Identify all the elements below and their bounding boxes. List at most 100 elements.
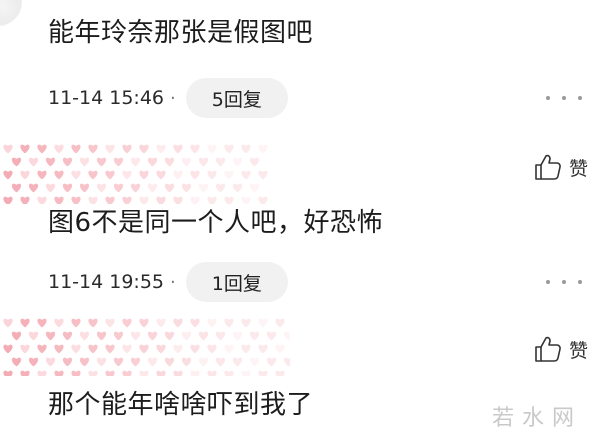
heart-sticker xyxy=(130,157,141,167)
heart-sticker xyxy=(249,183,260,193)
heart-sticker xyxy=(147,357,158,367)
heart-sticker xyxy=(207,170,217,180)
heart-sticker xyxy=(156,318,166,328)
dot xyxy=(562,280,566,284)
heart-sticker xyxy=(71,344,81,354)
comment-1-meta: 11-14 15:46 · 5回复 xyxy=(48,78,288,118)
heart-sticker xyxy=(283,331,290,341)
comment-2-reply-button[interactable]: 1回复 xyxy=(185,262,288,302)
heart-sticker xyxy=(105,196,115,204)
heart-sticker xyxy=(122,196,132,204)
heart-sticker xyxy=(54,344,64,354)
comment-3-text: 那个能年啥啥吓到我了 xyxy=(48,390,314,420)
heart-sticker xyxy=(241,170,251,180)
heart-sticker xyxy=(122,318,132,328)
heart-sticker xyxy=(96,331,107,341)
heart-sticker xyxy=(241,370,251,376)
heart-sticker xyxy=(88,344,98,354)
heart-sticker xyxy=(20,344,30,354)
heart-sticker xyxy=(147,183,158,193)
heart-sticker xyxy=(11,183,22,193)
heart-sticker xyxy=(156,370,166,376)
heart-sticker xyxy=(190,144,200,154)
heart-sticker xyxy=(28,183,39,193)
heart-sticker xyxy=(266,357,277,367)
heart-sticker xyxy=(207,344,217,354)
heart-sticker xyxy=(173,144,183,154)
heart-sticker xyxy=(266,331,277,341)
thumbs-up-icon xyxy=(535,154,561,180)
comment-2-meta: 11-14 19:55 · 1回复 xyxy=(48,262,288,302)
heart-sticker xyxy=(45,183,56,193)
heart-sticker xyxy=(156,170,166,180)
heart-sticker xyxy=(147,157,158,167)
thumbs-up-icon xyxy=(535,336,561,362)
heart-sticker xyxy=(164,357,175,367)
heart-sticker xyxy=(258,144,268,154)
heart-sticker xyxy=(258,318,268,328)
more-options-icon[interactable] xyxy=(546,276,582,288)
heart-sticker xyxy=(241,318,251,328)
heart-sticker xyxy=(79,331,90,341)
heart-sticker xyxy=(54,144,64,154)
heart-sticker xyxy=(249,357,260,367)
heart-sticker xyxy=(28,357,39,367)
heart-sticker xyxy=(139,196,149,204)
heart-sticker xyxy=(275,370,285,376)
heart-sticker xyxy=(224,370,234,376)
dot xyxy=(578,280,582,284)
heart-sticker xyxy=(54,170,64,180)
heart-sticker xyxy=(198,331,209,341)
comment-3-like-button[interactable]: 赞 xyxy=(533,332,588,366)
heart-sticker xyxy=(156,196,166,204)
heart-sticker xyxy=(258,170,268,180)
heart-sticker xyxy=(249,331,260,341)
dot xyxy=(546,280,550,284)
heart-sticker xyxy=(71,196,81,204)
avatar[interactable] xyxy=(0,0,22,26)
heart-sticker xyxy=(62,157,73,167)
like-label: 赞 xyxy=(568,157,588,180)
heart-sticker xyxy=(190,344,200,354)
heart-sticker xyxy=(130,357,141,367)
heart-sticker xyxy=(62,183,73,193)
heart-mosaic xyxy=(3,318,290,376)
heart-sticker xyxy=(232,183,243,193)
heart-sticker xyxy=(105,170,115,180)
heart-mosaic xyxy=(3,144,268,204)
heart-sticker xyxy=(181,183,192,193)
heart-sticker xyxy=(105,318,115,328)
heart-sticker xyxy=(79,357,90,367)
heart-sticker xyxy=(88,170,98,180)
heart-sticker xyxy=(275,318,285,328)
heart-sticker xyxy=(28,331,39,341)
redacted-username-1 xyxy=(0,140,270,204)
heart-sticker xyxy=(105,144,115,154)
more-options-icon[interactable] xyxy=(546,92,582,104)
heart-sticker xyxy=(71,144,81,154)
heart-sticker xyxy=(88,318,98,328)
heart-sticker xyxy=(20,370,30,376)
comment-1-reply-button[interactable]: 5回复 xyxy=(185,78,288,118)
heart-sticker xyxy=(37,370,47,376)
comment-2-like-button[interactable]: 赞 xyxy=(533,150,588,184)
heart-sticker xyxy=(207,318,217,328)
heart-sticker xyxy=(122,170,132,180)
heart-sticker xyxy=(164,157,175,167)
heart-sticker xyxy=(249,157,260,167)
heart-sticker xyxy=(113,183,124,193)
heart-sticker xyxy=(11,157,22,167)
heart-sticker xyxy=(173,344,183,354)
heart-sticker xyxy=(207,196,217,204)
heart-sticker xyxy=(20,144,30,154)
dot xyxy=(562,96,566,100)
heart-sticker xyxy=(198,357,209,367)
heart-sticker xyxy=(139,318,149,328)
heart-sticker xyxy=(232,331,243,341)
heart-sticker xyxy=(96,157,107,167)
heart-sticker xyxy=(122,344,132,354)
heart-sticker xyxy=(190,318,200,328)
heart-sticker xyxy=(224,144,234,154)
heart-sticker xyxy=(122,370,132,376)
heart-sticker xyxy=(113,357,124,367)
